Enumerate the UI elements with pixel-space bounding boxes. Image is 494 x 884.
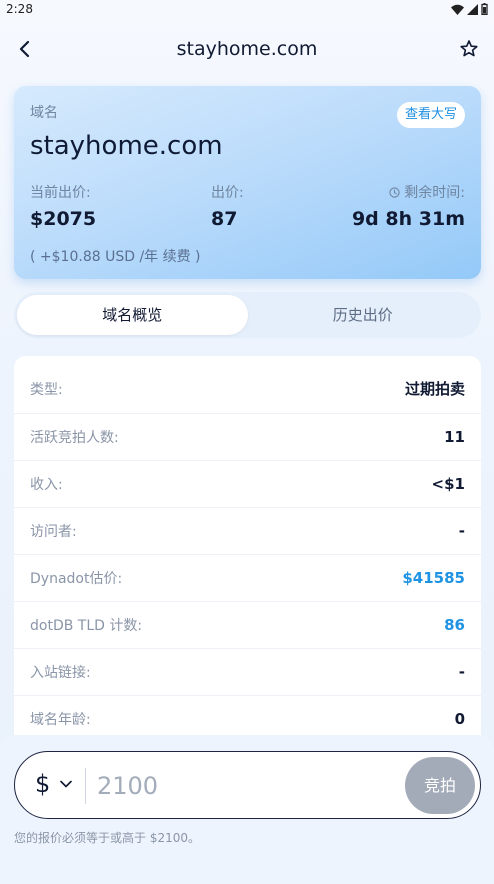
status-time: 2:28: [6, 2, 33, 16]
info-value: -: [458, 663, 465, 681]
time-left-label-row: 剩余时间:: [352, 182, 465, 202]
currency-symbol: $: [35, 770, 51, 798]
time-left-label: 剩余时间:: [404, 185, 465, 201]
info-key: 活跃竞拍人数:: [30, 430, 119, 446]
status-icons: [451, 3, 488, 15]
domain-name: stayhome.com: [30, 131, 223, 161]
bids-label: 出价:: [211, 185, 244, 201]
info-row-active-bidders: 活跃竞拍人数: 11: [14, 414, 481, 461]
info-key: 域名年龄:: [30, 712, 91, 728]
info-key: dotDB TLD 计数:: [30, 618, 143, 634]
signal-icon: [467, 3, 478, 15]
tab-bar: 域名概览 历史出价: [14, 292, 481, 338]
info-value: 11: [444, 428, 465, 446]
info-row-visitors: 访问者: -: [14, 508, 481, 555]
minimum-bid-note: 您的报价必须等于或高于 $2100。: [14, 831, 200, 845]
view-uppercase-button[interactable]: 查看大写: [396, 102, 465, 128]
tab-bid-history[interactable]: 历史出价: [248, 295, 479, 335]
info-value: 0: [454, 710, 465, 728]
clock-icon: [389, 186, 400, 198]
input-divider: [85, 768, 86, 804]
time-left-stat: 剩余时间: 9d 8h 31m: [352, 182, 465, 230]
info-key: 入站链接:: [30, 665, 91, 681]
bids-stat: 出价: 87: [211, 182, 244, 230]
chevron-down-icon: [60, 780, 73, 788]
info-value: 过期拍卖: [404, 380, 465, 398]
time-left-value: 9d 8h 31m: [351, 208, 465, 230]
bid-amount-input[interactable]: [97, 766, 397, 806]
info-value: -: [458, 522, 465, 540]
info-key: Dynadot估价:: [30, 571, 123, 587]
info-row-revenue: 收入: <$1: [14, 461, 481, 508]
place-bid-button[interactable]: 竞拍: [405, 757, 475, 814]
battery-icon: [481, 3, 488, 15]
status-bar: 2:28: [0, 0, 494, 20]
star-icon: [460, 40, 478, 57]
bid-input-group: $ 竞拍: [14, 751, 481, 819]
currency-selector[interactable]: $: [35, 770, 73, 798]
domain-label: 域名: [30, 105, 58, 121]
info-key: 访问者:: [30, 524, 77, 540]
tab-domain-overview[interactable]: 域名概览: [17, 295, 248, 335]
info-value: <$1: [431, 475, 465, 493]
app-header: stayhome.com: [0, 30, 494, 70]
renewal-fee-note: ( +$10.88 USD /年 续费 ): [30, 249, 201, 265]
info-row-dotdb-tld-count: dotDB TLD 计数: 86: [14, 602, 481, 649]
current-price-value: $2075: [30, 208, 97, 230]
wifi-icon: [451, 4, 464, 15]
bid-panel: $ 竞拍 您的报价必须等于或高于 $2100。: [0, 735, 494, 884]
tld-count-link[interactable]: 86: [444, 616, 465, 634]
favorite-button[interactable]: [458, 38, 480, 60]
domain-summary-card: 域名 查看大写 stayhome.com 当前出价: $2075 出价: 87 …: [14, 86, 481, 279]
bids-value: 87: [211, 208, 238, 230]
current-price-label: 当前出价:: [30, 185, 91, 201]
info-row-type: 类型: 过期拍卖: [14, 356, 481, 414]
info-key: 类型:: [30, 381, 63, 398]
page-title: stayhome.com: [176, 38, 318, 60]
current-price-stat: 当前出价: $2075: [30, 182, 96, 230]
info-key: 收入:: [30, 477, 63, 493]
appraisal-link[interactable]: $41585: [402, 569, 465, 587]
info-row-dynadot-appraisal: Dynadot估价: $41585: [14, 555, 481, 602]
info-row-inbound-links: 入站链接: -: [14, 649, 481, 696]
domain-info-list: 类型: 过期拍卖 活跃竞拍人数: 11 收入: <$1 访问者: - Dynad…: [14, 356, 481, 756]
